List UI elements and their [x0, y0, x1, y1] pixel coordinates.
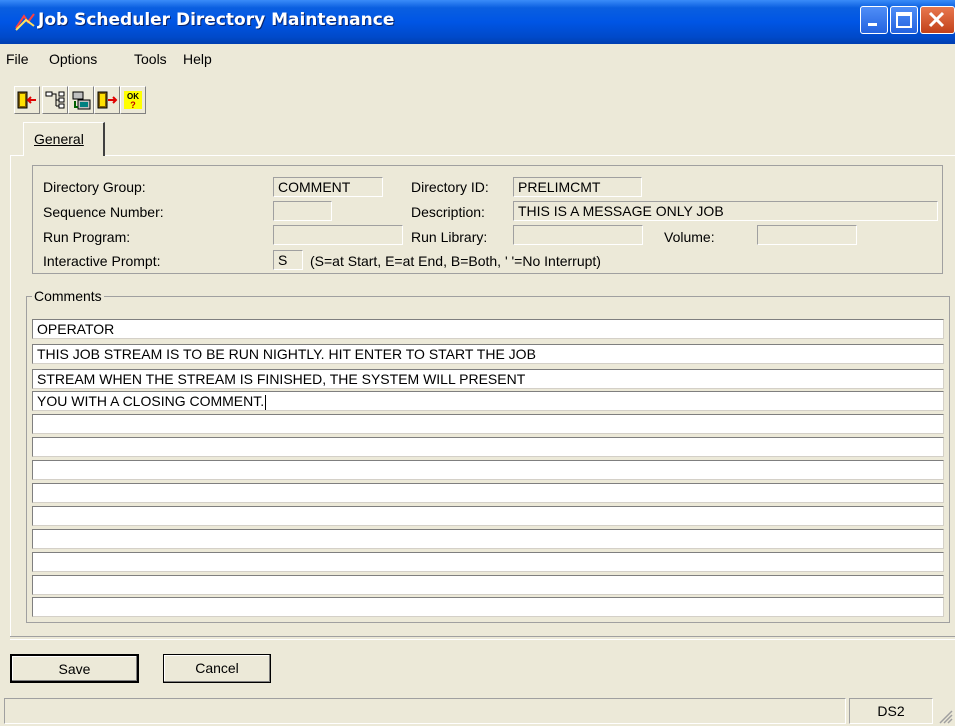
sequence-number-field[interactable] [273, 201, 332, 221]
comment-line[interactable]: YOU WITH A CLOSING COMMENT. [32, 391, 944, 411]
comment-line[interactable] [32, 506, 944, 526]
volume-field[interactable] [757, 225, 857, 245]
button-separator [10, 636, 955, 640]
scheduler-button[interactable] [68, 86, 94, 114]
directory-id-label: Directory ID: [411, 179, 489, 195]
toolbar: OK ? [0, 86, 955, 116]
menu-help[interactable]: Help [183, 51, 212, 67]
app-window: Job Scheduler Directory Maintenance File… [0, 0, 955, 726]
comment-text: THIS JOB STREAM IS TO BE RUN NIGHTLY. HI… [37, 346, 536, 362]
menu-tools[interactable]: Tools [134, 51, 167, 67]
window-title: Job Scheduler Directory Maintenance [38, 10, 395, 30]
directory-group-label: Directory Group: [43, 179, 146, 195]
tree-icon [45, 91, 65, 109]
comment-line[interactable]: THIS JOB STREAM IS TO BE RUN NIGHTLY. HI… [32, 344, 944, 364]
app-icon [14, 12, 36, 32]
ok-help-icon: OK ? [124, 91, 142, 110]
interactive-prompt-label: Interactive Prompt: [43, 253, 161, 269]
run-program-field[interactable] [273, 225, 403, 245]
run-program-label: Run Program: [43, 229, 131, 245]
comment-line[interactable] [32, 437, 944, 457]
directory-group-field[interactable]: COMMENT [273, 177, 383, 197]
comment-text: YOU WITH A CLOSING COMMENT. [37, 393, 265, 409]
status-bar: DS2 [0, 697, 955, 726]
comment-line[interactable]: OPERATOR [32, 319, 944, 339]
menu-options[interactable]: Options [49, 51, 97, 67]
tab-general-label: General [34, 131, 84, 147]
door-arrow-button[interactable] [94, 86, 120, 114]
interactive-prompt-hint: (S=at Start, E=at End, B=Both, ' '=No In… [310, 253, 601, 269]
close-button[interactable] [920, 6, 955, 34]
interactive-prompt-field[interactable]: S [273, 250, 303, 270]
sequence-number-label: Sequence Number: [43, 204, 164, 220]
comment-line[interactable] [32, 460, 944, 480]
comment-line[interactable] [32, 414, 944, 434]
comment-line[interactable] [32, 483, 944, 503]
description-field[interactable]: THIS IS A MESSAGE ONLY JOB [513, 201, 938, 221]
comment-line[interactable] [32, 552, 944, 572]
door-arrow-icon [97, 91, 118, 109]
directory-id-field[interactable]: PRELIMCMT [513, 177, 642, 197]
ok-help-button[interactable]: OK ? [120, 86, 146, 114]
comment-line[interactable] [32, 529, 944, 549]
svg-text:?: ? [130, 100, 136, 110]
minimize-icon [868, 23, 877, 26]
tree-button[interactable] [42, 86, 68, 114]
run-library-label: Run Library: [411, 229, 488, 245]
minimize-button[interactable] [860, 6, 888, 34]
cancel-button[interactable]: Cancel [163, 654, 271, 683]
comment-line[interactable]: STREAM WHEN THE STREAM IS FINISHED, THE … [32, 369, 944, 389]
comment-text: OPERATOR [37, 321, 115, 337]
save-button[interactable]: Save [10, 654, 139, 683]
exit-icon [17, 91, 36, 109]
run-library-field[interactable] [513, 225, 643, 245]
status-ds-panel: DS2 [849, 698, 933, 724]
menu-file[interactable]: File [6, 51, 29, 67]
comment-text: STREAM WHEN THE STREAM IS FINISHED, THE … [37, 371, 526, 387]
comments-legend: Comments [32, 288, 104, 304]
tab-general[interactable]: General [23, 122, 105, 156]
volume-label: Volume: [664, 229, 715, 245]
status-main-panel [4, 698, 846, 724]
maximize-button[interactable] [890, 6, 918, 34]
tab-general-text: General [34, 131, 84, 147]
scheduler-icon [72, 91, 91, 110]
title-bar[interactable]: Job Scheduler Directory Maintenance [0, 0, 955, 44]
resize-grip-icon[interactable] [937, 708, 953, 724]
close-icon [928, 11, 945, 28]
description-label: Description: [411, 204, 485, 220]
comment-line[interactable] [32, 575, 944, 595]
text-caret [265, 394, 267, 410]
maximize-icon [896, 12, 912, 28]
exit-button[interactable] [14, 86, 40, 114]
menu-bar: File Options Tools Help [0, 48, 955, 70]
comment-line[interactable] [32, 597, 944, 617]
